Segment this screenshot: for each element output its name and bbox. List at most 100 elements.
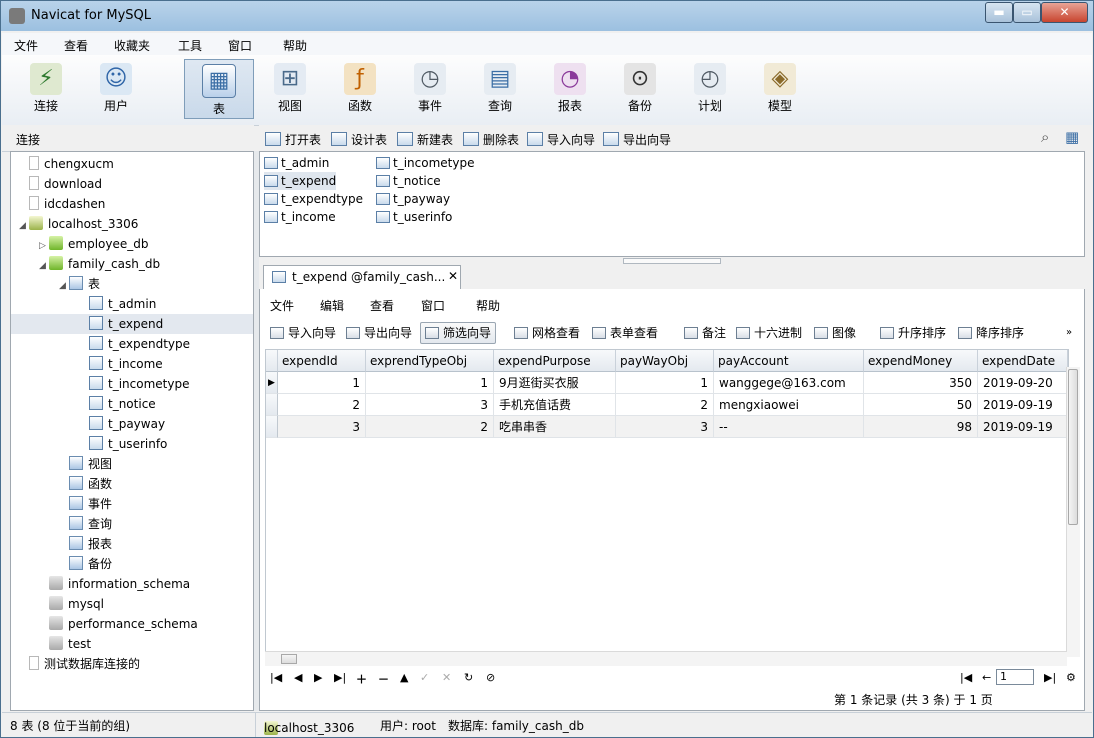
editor-menu-file[interactable]: 文件 — [270, 297, 294, 314]
cell-expendDate[interactable]: 2019-09-19 — [978, 416, 1068, 438]
search-icon[interactable]: ⌕ — [1041, 128, 1049, 146]
prev-record-icon[interactable]: ◀ — [294, 671, 302, 684]
tree-node[interactable]: t_notice — [79, 394, 156, 414]
grid-view-icon[interactable]: ▦ — [1065, 128, 1079, 146]
tree-node[interactable]: 备份 — [59, 554, 112, 574]
cell-payAccount[interactable]: -- — [714, 416, 864, 438]
cell-expendDate[interactable]: 2019-09-20 — [978, 372, 1068, 394]
maximize-button[interactable]: ▭ — [1013, 2, 1041, 23]
object-item-t-incometype[interactable]: t_incometype — [376, 154, 474, 172]
scroll-thumb[interactable] — [281, 654, 297, 664]
sort-desc-button[interactable]: 降序排序 — [958, 323, 1024, 343]
cell-exprendTypeObj[interactable]: 3 — [366, 394, 494, 416]
schedule-button[interactable]: ◴ 计划 — [678, 59, 742, 119]
column-header-exprendTypeObj[interactable]: exprendTypeObj — [366, 350, 494, 372]
design-table-button[interactable]: 设计表 — [331, 131, 387, 148]
close-button[interactable]: ✕ — [1041, 2, 1088, 23]
last-record-icon[interactable]: ▶| — [334, 671, 346, 684]
connect-button[interactable]: ⚡ 连接 — [14, 59, 78, 119]
import-wizard-button[interactable]: 导入向导 — [270, 323, 336, 343]
tree-node[interactable]: mysql — [39, 594, 104, 614]
cell-expendDate[interactable]: 2019-09-19 — [978, 394, 1068, 416]
tree-node[interactable]: t_payway — [79, 414, 165, 434]
cell-expendMoney[interactable]: 350 — [864, 372, 978, 394]
cell-payWayObj[interactable]: 3 — [616, 416, 714, 438]
menu-file[interactable]: 文件 — [14, 37, 38, 54]
menu-window[interactable]: 窗口 — [228, 37, 252, 54]
add-record-icon[interactable]: ＋ — [356, 671, 367, 687]
column-header-expendMoney[interactable]: expendMoney — [864, 350, 978, 372]
table-row[interactable]: ▶ 1 1 9月逛街买衣服 1 wanggege@163.com 350 201… — [266, 372, 1068, 394]
expand-arrow-icon[interactable]: ◢ — [59, 276, 69, 296]
cell-expendId[interactable]: 1 — [278, 372, 366, 394]
tree-node[interactable]: t_admin — [79, 294, 156, 314]
delete-table-button[interactable]: 删除表 — [463, 131, 519, 148]
expand-arrow-icon[interactable]: ▷ — [39, 236, 49, 256]
tree-node[interactable]: 事件 — [59, 494, 112, 514]
tree-node[interactable]: download — [19, 174, 102, 194]
cancel-icon[interactable]: ✕ — [442, 671, 451, 684]
sort-asc-button[interactable]: 升序排序 — [880, 323, 946, 343]
hex-button[interactable]: 十六进制 — [736, 323, 802, 343]
column-header-payWayObj[interactable]: payWayObj — [616, 350, 714, 372]
object-item-t-income[interactable]: t_income — [264, 208, 336, 226]
cell-expendMoney[interactable]: 50 — [864, 394, 978, 416]
object-item-t-expendtype[interactable]: t_expendtype — [264, 190, 363, 208]
import-wizard-button[interactable]: 导入向导 — [527, 131, 595, 148]
form-view-button[interactable]: 表单查看 — [592, 323, 658, 343]
event-button[interactable]: ◷ 事件 — [398, 59, 462, 119]
backup-button[interactable]: ⊙ 备份 — [608, 59, 672, 119]
first-page-icon[interactable]: |◀ — [960, 671, 972, 684]
cell-expendPurpose[interactable]: 手机充值话费 — [494, 394, 616, 416]
page-number-input[interactable]: 1 — [996, 669, 1034, 685]
model-button[interactable]: ◈ 模型 — [748, 59, 812, 119]
cell-expendId[interactable]: 3 — [278, 416, 366, 438]
editor-menu-edit[interactable]: 编辑 — [320, 297, 344, 314]
confirm-icon[interactable]: ✓ — [420, 671, 429, 684]
expand-arrow-icon[interactable]: ◢ — [39, 256, 49, 276]
delete-record-icon[interactable]: － — [378, 671, 389, 687]
tree-node[interactable]: 测试数据库连接的 — [19, 654, 140, 674]
next-record-icon[interactable]: ▶ — [314, 671, 322, 684]
object-item-t-admin[interactable]: t_admin — [264, 154, 329, 172]
tree-node[interactable]: ▷ employee_db — [39, 234, 148, 254]
tree-node[interactable]: information_schema — [39, 574, 190, 594]
cell-expendPurpose[interactable]: 9月逛街买衣服 — [494, 372, 616, 394]
refresh-icon[interactable]: ↻ — [464, 671, 473, 684]
vertical-scrollbar[interactable] — [1066, 367, 1080, 657]
tree-node[interactable]: ◢ family_cash_db — [39, 254, 160, 274]
prev-page-icon[interactable]: ← — [982, 671, 991, 684]
tree-node[interactable]: t_userinfo — [79, 434, 167, 454]
memo-button[interactable]: 备注 — [684, 323, 726, 343]
cell-expendMoney[interactable]: 98 — [864, 416, 978, 438]
table-row[interactable]: 2 3 手机充值话费 2 mengxiaowei 50 2019-09-19 — [266, 394, 1068, 416]
table-row[interactable]: 3 2 吃串串香 3 -- 98 2019-09-19 — [266, 416, 1068, 438]
horizontal-scrollbar[interactable] — [265, 651, 1067, 666]
open-table-button[interactable]: 打开表 — [265, 131, 321, 148]
first-record-icon[interactable]: |◀ — [270, 671, 282, 684]
filter-wizard-button[interactable]: 筛选向导 — [420, 322, 497, 344]
editor-menu-view[interactable]: 查看 — [370, 297, 394, 314]
tree-node[interactable]: ◢ 表 — [59, 274, 100, 294]
menu-tools[interactable]: 工具 — [178, 37, 202, 54]
tree-node[interactable]: 视图 — [59, 454, 112, 474]
tree-node[interactable]: t_expend — [11, 314, 253, 334]
user-button[interactable]: ☺ 用户 — [84, 59, 148, 119]
object-item-t-userinfo[interactable]: t_userinfo — [376, 208, 452, 226]
tree-node[interactable]: chengxucm — [19, 154, 114, 174]
cell-payWayObj[interactable]: 1 — [616, 372, 714, 394]
splitter-grip[interactable] — [623, 258, 721, 264]
table-button[interactable]: ▦ 表 — [184, 59, 254, 119]
export-wizard-button[interactable]: 导出向导 — [603, 131, 671, 148]
cell-exprendTypeObj[interactable]: 1 — [366, 372, 494, 394]
tree-node[interactable]: performance_schema — [39, 614, 198, 634]
grid-view-button[interactable]: 网格查看 — [514, 323, 580, 343]
object-item-t-payway[interactable]: t_payway — [376, 190, 450, 208]
tree-node[interactable]: idcdashen — [19, 194, 105, 214]
cell-payAccount[interactable]: mengxiaowei — [714, 394, 864, 416]
cell-exprendTypeObj[interactable]: 2 — [366, 416, 494, 438]
object-item-t-expend[interactable]: t_expend — [264, 172, 337, 190]
close-tab-icon[interactable]: ✕ — [448, 269, 458, 283]
tree-node[interactable]: test — [39, 634, 91, 654]
menu-help[interactable]: 帮助 — [283, 37, 307, 54]
